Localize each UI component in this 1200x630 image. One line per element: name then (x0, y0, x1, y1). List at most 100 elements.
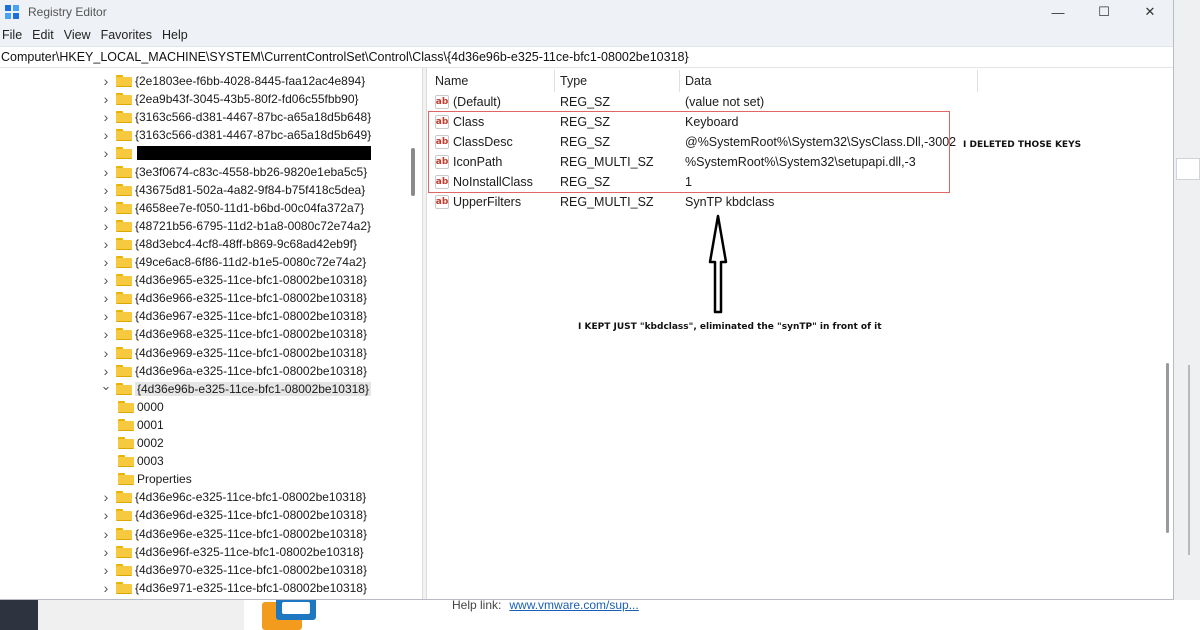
tree-key[interactable]: › {4d36e969-e325-11ce-bfc1-08002be10318} (100, 344, 367, 362)
chevron-right-icon[interactable]: › (100, 127, 112, 143)
chevron-right-icon[interactable]: › (100, 580, 112, 596)
folder-icon (118, 473, 134, 486)
folder-icon (116, 581, 132, 594)
tree-key[interactable]: › {3163c566-d381-4467-87bc-a65a18d5b648} (100, 108, 372, 126)
folder-icon (116, 310, 132, 323)
tree-key[interactable]: › {43675d81-502a-4a82-9f84-b75f418c5dea} (100, 181, 366, 199)
tree-key-label: {4658ee7e-f050-11d1-b6bd-00c04fa372a7} (135, 200, 365, 215)
tree-key[interactable]: › {3163c566-d381-4467-87bc-a65a18d5b649} (100, 126, 372, 144)
chevron-right-icon[interactable]: › (100, 182, 112, 198)
chevron-right-icon[interactable]: › (100, 507, 112, 523)
tree-subkey[interactable]: 0002 (114, 434, 164, 452)
column-header-name[interactable]: Name (431, 70, 555, 92)
tree-key[interactable]: › {4d36e96a-e325-11ce-bfc1-08002be10318} (100, 362, 367, 380)
close-button[interactable]: ✕ (1127, 0, 1173, 24)
tree-subkey[interactable]: 0001 (114, 416, 164, 434)
tree-key[interactable]: ⌄ {4d36e96b-e325-11ce-bfc1-08002be10318} (100, 378, 371, 398)
tree-key[interactable]: › {4d36e96c-e325-11ce-bfc1-08002be10318} (100, 488, 367, 506)
tree-key[interactable]: › {49ce6ac8-6f86-11d2-b1e5-0080c72e74a2} (100, 253, 367, 271)
chevron-right-icon[interactable]: › (100, 200, 112, 216)
folder-icon (118, 455, 134, 468)
folder-icon (116, 237, 132, 250)
chevron-right-icon[interactable]: › (100, 254, 112, 270)
chevron-right-icon[interactable]: › (100, 236, 112, 252)
maximize-button[interactable]: ☐ (1081, 0, 1127, 24)
tree-key[interactable]: › {4d36e96e-e325-11ce-bfc1-08002be10318} (100, 525, 367, 543)
chevron-right-icon[interactable]: › (100, 526, 112, 542)
background-taskbar-edge (0, 600, 38, 630)
annotation-kept-note: I KEPT JUST "kbdclass", eliminated the "… (578, 322, 882, 332)
chevron-right-icon[interactable]: › (100, 145, 112, 161)
tree-key[interactable]: › {4d36e965-e325-11ce-bfc1-08002be10318} (100, 271, 367, 289)
chevron-right-icon[interactable]: › (100, 562, 112, 578)
folder-icon (116, 382, 132, 395)
tree-key[interactable]: › {2ea9b43f-3045-43b5-80f2-fd06c55fbb90} (100, 90, 359, 108)
folder-icon (116, 328, 132, 341)
menu-favorites[interactable]: Favorites (99, 28, 160, 42)
chevron-right-icon[interactable]: › (100, 489, 112, 505)
tree-key[interactable]: › {4d36e966-e325-11ce-bfc1-08002be10318} (100, 289, 367, 307)
menu-edit[interactable]: Edit (30, 28, 62, 42)
value-row[interactable]: ab UpperFilters REG_MULTI_SZ SynTP kbdclass (427, 192, 1147, 212)
folder-icon (116, 563, 132, 576)
tree-key[interactable]: › {48721b56-6795-11d2-b1a8-0080c72e74a2} (100, 217, 371, 235)
chevron-right-icon[interactable]: › (100, 345, 112, 361)
tree-key-label: {4d36e96f-e325-11ce-bfc1-08002be10318} (135, 544, 364, 559)
tree-key[interactable]: › {4d36e970-e325-11ce-bfc1-08002be10318} (100, 561, 367, 579)
tree-key[interactable]: › {48d3ebc4-4cf8-48ff-b869-9c68ad42eb9f} (100, 235, 357, 253)
value-row[interactable]: ab (Default) REG_SZ (value not set) (427, 92, 1147, 112)
tree-key[interactable]: › (100, 144, 371, 162)
chevron-right-icon[interactable]: › (100, 326, 112, 342)
chevron-right-icon[interactable]: › (100, 363, 112, 379)
tree-key[interactable]: › {4658ee7e-f050-11d1-b6bd-00c04fa372a7} (100, 199, 365, 217)
value-name-cell: ab (Default) (435, 92, 501, 112)
folder-icon (118, 418, 134, 431)
tree-key-label: {3e3f0674-c83c-4558-bb26-9820e1eba5c5} (135, 164, 368, 179)
title-bar[interactable]: Registry Editor — ☐ ✕ (0, 0, 1173, 24)
background-window-body (244, 600, 1200, 630)
tree-key[interactable]: › {2e1803ee-f6bb-4028-8445-faa12ac4e894} (100, 72, 366, 90)
tree-key-label: {48721b56-6795-11d2-b1a8-0080c72e74a2} (135, 218, 371, 233)
chevron-right-icon[interactable]: › (100, 218, 112, 234)
folder-icon (116, 219, 132, 232)
menu-file[interactable]: File (0, 28, 30, 42)
tree-key[interactable]: › {4d36e968-e325-11ce-bfc1-08002be10318} (100, 325, 367, 343)
folder-icon (116, 129, 132, 142)
key-tree[interactable]: › {2e1803ee-f6bb-4028-8445-faa12ac4e894} ›… (0, 68, 422, 599)
tree-key[interactable]: › {4d36e971-e325-11ce-bfc1-08002be10318} (100, 579, 367, 597)
tree-key[interactable]: › {3e3f0674-c83c-4558-bb26-9820e1eba5c5} (100, 163, 368, 181)
registry-editor-icon (5, 5, 19, 19)
tree-subkey[interactable]: 0000 (114, 398, 164, 416)
value-name: (Default) (453, 95, 501, 109)
menu-help[interactable]: Help (160, 28, 196, 42)
column-header-data[interactable]: Data (681, 70, 978, 92)
address-bar[interactable]: Computer\HKEY_LOCAL_MACHINE\SYSTEM\Curre… (0, 46, 1173, 68)
help-link-url[interactable]: www.vmware.com/sup... (509, 598, 638, 612)
chevron-right-icon[interactable]: › (100, 164, 112, 180)
folder-icon (116, 364, 132, 377)
chevron-right-icon[interactable]: › (100, 109, 112, 125)
chevron-right-icon[interactable]: › (100, 91, 112, 107)
window-controls: — ☐ ✕ (1035, 0, 1173, 24)
chevron-right-icon[interactable]: › (100, 308, 112, 324)
menu-view[interactable]: View (62, 28, 99, 42)
chevron-right-icon[interactable]: › (100, 544, 112, 560)
values-scrollbar[interactable] (1160, 68, 1172, 598)
tree-key[interactable]: › {4d36e96f-e325-11ce-bfc1-08002be10318} (100, 543, 364, 561)
value-name-cell: ab UpperFilters (435, 192, 521, 212)
tree-key-label: {4d36e96a-e325-11ce-bfc1-08002be10318} (135, 363, 367, 378)
tree-scrollbar-thumb[interactable] (411, 148, 415, 196)
value-type: REG_MULTI_SZ (560, 195, 654, 209)
tree-subkey[interactable]: 0003 (114, 452, 164, 470)
chevron-right-icon[interactable]: › (100, 73, 112, 89)
chevron-down-icon[interactable]: ⌄ (100, 378, 112, 393)
tree-key[interactable]: › {4d36e96d-e325-11ce-bfc1-08002be10318} (100, 506, 367, 524)
folder-icon (116, 346, 132, 359)
chevron-right-icon[interactable]: › (100, 290, 112, 306)
tree-key[interactable]: › {4d36e967-e325-11ce-bfc1-08002be10318} (100, 307, 367, 325)
column-header-type[interactable]: Type (556, 70, 680, 92)
minimize-button[interactable]: — (1035, 0, 1081, 24)
chevron-right-icon[interactable]: › (100, 272, 112, 288)
tree-subkey[interactable]: Properties (114, 470, 192, 488)
tree-key-label: {3163c566-d381-4467-87bc-a65a18d5b649} (135, 128, 372, 143)
